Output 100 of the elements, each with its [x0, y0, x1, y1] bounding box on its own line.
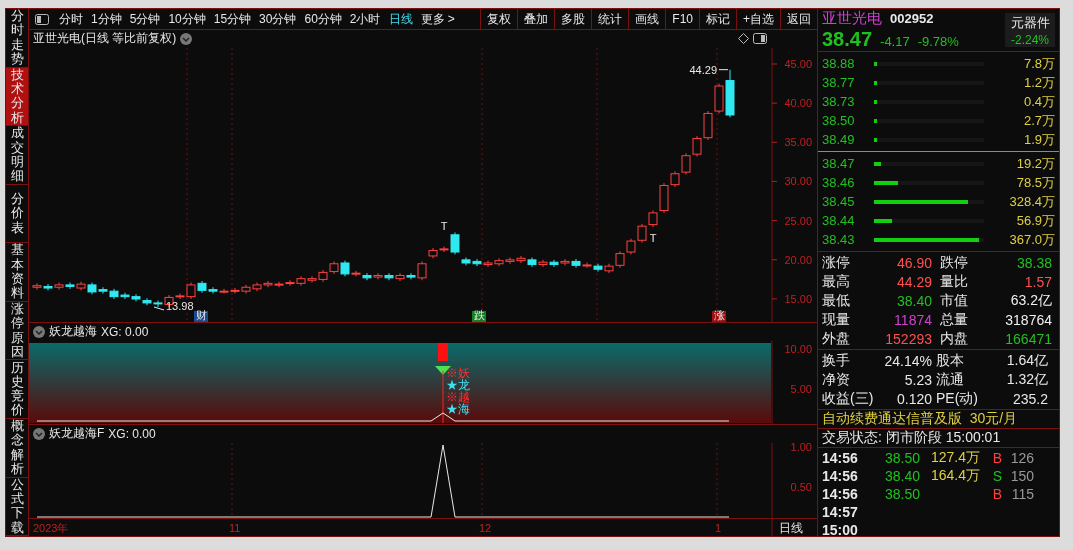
side-tab[interactable]: 成交明细	[6, 126, 28, 185]
dropdown-icon[interactable]	[33, 325, 45, 338]
axis-label: 5.00	[790, 382, 812, 395]
trade-time: 14:56	[822, 486, 859, 502]
stat-label: PE(动)	[936, 389, 979, 408]
last-price: 38.47	[822, 28, 873, 51]
candlestick	[329, 260, 339, 275]
candlestick	[142, 297, 152, 306]
stat-label: 收益(三)	[822, 389, 872, 408]
order-volume: 1.2万	[1022, 73, 1055, 92]
candlestick	[626, 238, 636, 255]
bid-price: 38.88	[822, 56, 856, 71]
axis-label: 40.00	[784, 97, 812, 109]
order-volume: 56.9万	[1015, 211, 1055, 230]
axis-label: 20.00	[784, 253, 812, 266]
bid-price: 38.43	[822, 232, 856, 247]
candlestick	[76, 281, 86, 291]
stat-value: 46.90	[895, 254, 932, 271]
candlestick	[703, 110, 713, 141]
side-tab[interactable]: 基本资料	[6, 243, 28, 302]
candlestick	[65, 281, 75, 290]
stat-value: 44.29	[895, 273, 932, 290]
order-volume: 78.5万	[1015, 173, 1055, 192]
chart-title: 亚世光电(日线 等比前复权)	[33, 30, 177, 48]
candlestick	[593, 263, 603, 272]
axis-label: 10.00	[784, 342, 812, 355]
bid-price: 38.46	[822, 175, 856, 190]
side-tab[interactable]: 分时走势	[6, 9, 28, 68]
dropdown-icon[interactable]	[33, 427, 45, 440]
stat-value: 1.57	[1023, 273, 1052, 290]
bid-price: 38.45	[822, 194, 856, 209]
bid-price: 38.73	[822, 94, 856, 109]
side-tab[interactable]: 历史竞价	[6, 360, 28, 419]
signal-mark: T	[649, 232, 657, 245]
candlestick	[516, 255, 526, 264]
trade-count: 126	[1009, 450, 1034, 466]
period-tab[interactable]: 60分钟	[300, 10, 346, 28]
event-tag[interactable]: 涨	[712, 308, 726, 322]
toolbar-button[interactable]: 统计	[591, 9, 629, 29]
axis-label: 0.50	[790, 480, 812, 493]
trade-count: 150	[1009, 468, 1034, 484]
period-tab[interactable]: 15分钟	[209, 10, 256, 28]
axis-label: 45.00	[784, 57, 812, 70]
stat-label: 总量	[940, 310, 969, 329]
toolbar-button[interactable]: 叠加	[517, 9, 555, 29]
stat-label: 换手	[822, 351, 851, 370]
toolbar-button[interactable]: 画线	[628, 9, 666, 29]
toolbar-button[interactable]: F10	[665, 9, 699, 29]
axis-label: 1.00	[790, 442, 812, 453]
side-tab[interactable]: 技术分析	[6, 67, 28, 127]
candlestick	[527, 256, 537, 268]
period-tab[interactable]: 10分钟	[164, 10, 210, 28]
event-tag[interactable]: 跌	[472, 308, 486, 322]
side-tab[interactable]: 涨停原因	[6, 301, 28, 361]
toolbar-button[interactable]: 多股	[554, 9, 592, 29]
period-tab[interactable]: 分时	[55, 10, 87, 28]
toolbar-button[interactable]: +自选	[736, 9, 780, 29]
indicator-reading: XG: 0.00	[108, 426, 156, 441]
period-tab[interactable]: 30分钟	[255, 10, 301, 28]
period-tab[interactable]: 5分钟	[125, 10, 165, 28]
stat-value: 63.2亿	[1009, 291, 1052, 310]
stat-label: 最低	[822, 291, 851, 310]
event-tag[interactable]: 财	[194, 308, 208, 322]
candlestick	[362, 272, 372, 281]
diamond-icon[interactable]	[738, 33, 749, 45]
order-volume: 328.4万	[1008, 192, 1055, 211]
indicator-title: 妖龙越海F	[49, 425, 105, 443]
date-label: 12	[479, 522, 492, 535]
promo-banner[interactable]: 自动续费通达信普及版 30元/月	[818, 410, 1059, 429]
more-button[interactable]: 更多 >	[416, 10, 459, 28]
period-tab[interactable]: 日线	[384, 10, 417, 28]
trade-time: 14:57	[822, 504, 859, 520]
bid-price: 38.49	[822, 132, 856, 147]
candlestick	[131, 293, 141, 302]
trade-side: S	[991, 468, 1002, 484]
toolbar-button[interactable]: 返回	[780, 9, 817, 29]
stat-label: 股本	[936, 351, 965, 370]
trade-side: B	[991, 486, 1002, 502]
side-tab[interactable]: 公式下载	[6, 477, 28, 537]
sector-change: -2.24%	[1011, 32, 1049, 47]
period-tab[interactable]: 1分钟	[87, 10, 126, 28]
bid-price: 38.77	[822, 75, 856, 90]
trade-price: 38.50	[883, 450, 920, 466]
candlestick	[54, 281, 64, 290]
candlestick	[692, 135, 702, 157]
toolbar-button[interactable]: 标记	[699, 9, 736, 29]
dropdown-icon[interactable]	[180, 32, 193, 45]
stat-label: 现量	[822, 310, 851, 329]
candlestick	[472, 258, 482, 267]
signal-text: ※妖	[446, 365, 470, 380]
toolbar-button[interactable]: 复权	[480, 9, 518, 29]
bid-price: 38.47	[822, 156, 856, 171]
candlestick	[505, 256, 515, 265]
sector-card[interactable]: 元器件 -2.24%	[1005, 13, 1055, 47]
panel-toggle-icon[interactable]	[35, 13, 49, 25]
panel-toggle-icon[interactable]	[753, 33, 767, 45]
period-tab[interactable]: 2小时	[345, 10, 385, 28]
stock-code: 002952	[890, 11, 934, 26]
side-tab[interactable]: 概念解析	[6, 418, 28, 478]
axis-label: 25.00	[784, 214, 812, 227]
